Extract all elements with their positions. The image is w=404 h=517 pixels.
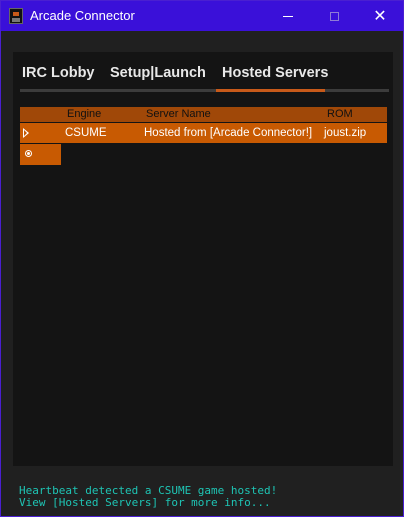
grid-header: Engine Server Name ROM: [20, 107, 387, 122]
tab-divider: [20, 89, 389, 92]
close-icon: ✕: [373, 6, 387, 25]
tab-hosted-servers[interactable]: Hosted Servers: [218, 64, 332, 90]
new-row-selector[interactable]: [20, 144, 61, 165]
cell-rom[interactable]: joust.zip: [324, 123, 366, 143]
column-header-engine[interactable]: Engine: [67, 107, 101, 122]
main-panel: IRC Lobby Setup|Launch Hosted Servers En…: [13, 52, 393, 466]
window-title: Arcade Connector: [30, 8, 135, 23]
current-row-arrow-icon: [23, 128, 29, 138]
cell-engine[interactable]: CSUME: [65, 123, 107, 143]
column-header-server-name[interactable]: Server Name: [146, 107, 211, 122]
maximize-icon: [329, 11, 339, 21]
app-window: Arcade Connector ✕ IRC Lobby Setup|Launc…: [1, 1, 403, 516]
maximize-button[interactable]: [311, 1, 357, 31]
status-message: Heartbeat detected a CSUME game hosted! …: [19, 485, 399, 509]
tab-bar: IRC Lobby Setup|Launch Hosted Servers: [20, 64, 386, 92]
cell-server-name[interactable]: Hosted from [Arcade Connector!]: [144, 123, 312, 143]
new-row-icon: [25, 150, 32, 157]
tab-setup-launch[interactable]: Setup|Launch: [110, 64, 206, 90]
close-button[interactable]: ✕: [357, 1, 403, 31]
arcade-cabinet-icon: [9, 8, 23, 24]
status-line-2: View [Hosted Servers] for more info...: [19, 496, 271, 509]
column-header-rom[interactable]: ROM: [327, 107, 353, 122]
minimize-icon: [283, 15, 293, 17]
tab-irc-lobby[interactable]: IRC Lobby: [22, 64, 95, 90]
table-row[interactable]: CSUME Hosted from [Arcade Connector!] jo…: [20, 123, 387, 143]
hosted-servers-grid: Engine Server Name ROM CSUME Hosted from…: [20, 107, 387, 165]
title-bar[interactable]: Arcade Connector ✕: [1, 1, 403, 31]
minimize-button[interactable]: [265, 1, 311, 31]
active-tab-indicator: [216, 89, 325, 92]
